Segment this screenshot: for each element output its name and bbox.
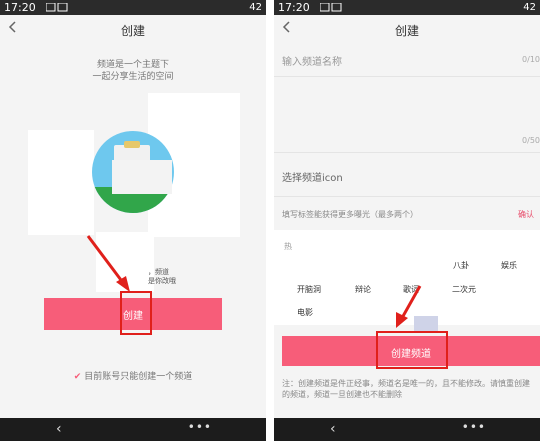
system-back-button[interactable]: ‹	[330, 421, 336, 437]
left-screen: 17:20 42 创建 频道是一个主题下 一起分享生活的空间 ，频道 是你改哦 …	[0, 0, 266, 441]
system-nav-bar: ‹ •••	[0, 418, 266, 441]
account-note: ✔ 目前账号只能创建一个频道	[0, 369, 266, 382]
screen-gap	[266, 0, 274, 441]
system-menu-button[interactable]: •••	[188, 420, 212, 434]
check-icon: ✔	[73, 372, 82, 382]
account-note-text: 目前账号只能创建一个频道	[84, 372, 193, 382]
pointer-arrow-icon	[396, 285, 422, 328]
right-screen: 17:20 42 创建 输入频道名称 0/10 0/50 选择频道icon 填写…	[274, 0, 540, 441]
system-nav-bar: ‹ •••	[274, 418, 540, 441]
creation-hint: 注：创建频道是件正经事，频道名是唯一的，且不能修改。请慎重创建的频道，频道一旦创…	[282, 379, 530, 399]
system-menu-button[interactable]: •••	[462, 420, 486, 434]
system-back-button[interactable]: ‹	[56, 421, 62, 437]
